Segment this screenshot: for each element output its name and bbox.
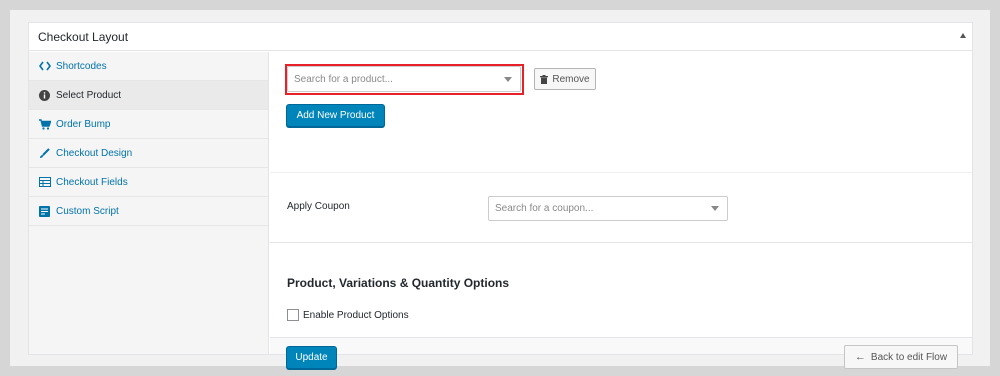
divider	[270, 172, 972, 173]
trash-icon	[540, 74, 549, 84]
product-search-select[interactable]: Search for a product...	[287, 66, 521, 92]
panel-title: Checkout Layout	[38, 29, 129, 44]
sidebar-item-label: Custom Script	[56, 205, 119, 217]
collapse-icon[interactable]	[960, 33, 966, 38]
enable-product-options-checkbox[interactable]	[287, 309, 299, 321]
coupon-search-placeholder: Search for a coupon...	[495, 203, 594, 214]
checkout-layout-panel: Checkout Layout Shortcodes Select Produc…	[28, 22, 973, 369]
coupon-search-select[interactable]: Search for a coupon...	[488, 196, 728, 221]
sidebar-item-checkout-fields[interactable]: Checkout Fields	[29, 168, 268, 197]
arrow-left-icon: ←	[854, 351, 866, 363]
chevron-down-icon	[711, 206, 719, 211]
remove-button[interactable]: Remove	[534, 68, 596, 90]
sidebar-item-order-bump[interactable]: Order Bump	[29, 110, 268, 139]
add-new-product-button[interactable]: Add New Product	[286, 104, 385, 127]
page-background: Checkout Layout Shortcodes Select Produc…	[10, 10, 990, 369]
remove-label: Remove	[552, 73, 590, 85]
update-button[interactable]: Update	[286, 346, 337, 369]
back-label: Back to edit Flow	[870, 351, 948, 363]
sidebar-item-label: Shortcodes	[56, 60, 107, 72]
sidebar: Shortcodes Select Product Order Bump Che…	[29, 52, 269, 354]
cart-icon	[38, 118, 51, 131]
code-icon	[38, 60, 51, 73]
sidebar-item-custom-script[interactable]: Custom Script	[29, 197, 268, 226]
table-icon	[38, 176, 51, 189]
product-search-placeholder: Search for a product...	[294, 73, 393, 85]
enable-product-options-row[interactable]: Enable Product Options	[287, 309, 409, 321]
sidebar-item-label: Checkout Fields	[56, 176, 128, 188]
chevron-down-icon	[504, 77, 512, 82]
divider	[270, 242, 972, 243]
panel-footer: Update ← Back to edit Flow	[270, 337, 972, 369]
sidebar-item-checkout-design[interactable]: Checkout Design	[29, 139, 268, 168]
back-to-edit-flow-button[interactable]: ← Back to edit Flow	[844, 345, 958, 369]
brush-icon	[38, 147, 51, 160]
info-icon	[38, 89, 51, 102]
sidebar-item-label: Order Bump	[56, 118, 111, 130]
sidebar-item-select-product[interactable]: Select Product	[29, 81, 268, 110]
options-heading: Product, Variations & Quantity Options	[287, 276, 510, 290]
panel-header[interactable]: Checkout Layout	[29, 23, 972, 51]
script-icon	[38, 205, 51, 218]
enable-product-options-label: Enable Product Options	[303, 309, 409, 321]
apply-coupon-label: Apply Coupon	[287, 201, 350, 212]
select-product-content: Search for a product... Remove Add New P…	[270, 52, 972, 369]
sidebar-item-label: Checkout Design	[56, 147, 133, 159]
sidebar-item-shortcodes[interactable]: Shortcodes	[29, 52, 268, 81]
sidebar-item-label: Select Product	[56, 89, 122, 101]
